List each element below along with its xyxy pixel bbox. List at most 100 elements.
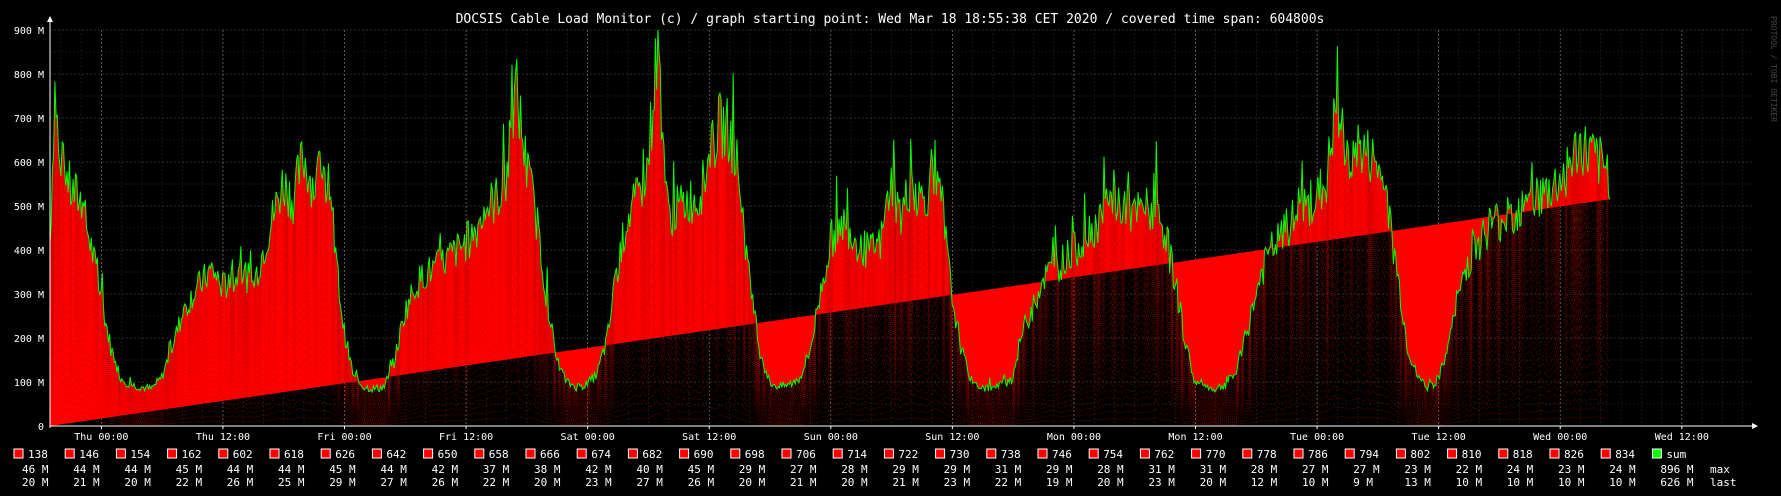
watermark-text: PROTOOL / TOBI OETIKER <box>1769 16 1778 122</box>
legend-swatch <box>883 448 894 459</box>
legend-name: sum <box>1666 448 1686 461</box>
legend-max-value: 45 M <box>176 463 203 476</box>
legend-last-value: 22 M <box>176 476 203 489</box>
legend-item-802: 802 23 M13 M <box>1395 448 1431 489</box>
legend-max-value: 37 M <box>483 463 510 476</box>
legend-max-value: 23 M <box>1404 463 1431 476</box>
legend-swatch <box>167 448 178 459</box>
legend-last-value: 10 M <box>1609 476 1636 489</box>
legend-item-674: 674 42 M23 M <box>576 448 612 489</box>
legend-max-value: 24 M <box>1507 463 1534 476</box>
legend-max-value: 46 M <box>22 463 49 476</box>
legend-max-value: 42 M <box>585 463 612 476</box>
legend-name: 154 <box>130 448 150 461</box>
chart-title: DOCSIS Cable Load Monitor (c) / graph st… <box>456 12 1325 27</box>
legend-item-146: 146 44 M21 M <box>64 448 100 489</box>
legend-name: 146 <box>79 448 99 461</box>
y-tick-label: 800 M <box>14 70 44 81</box>
legend-last-value: 22 M <box>995 476 1022 489</box>
legend-last-value: 27 M <box>636 476 663 489</box>
legend-max-value: 896 M <box>1660 463 1693 476</box>
legend-name: 714 <box>847 448 867 461</box>
legend-item-690: 690 45 M26 M <box>679 448 714 489</box>
legend-item-698: 698 29 M20 M <box>730 448 766 489</box>
legend-name: 754 <box>1103 448 1123 461</box>
legend-last-value: 20 M <box>534 476 561 489</box>
legend-last-row-label: last <box>1710 476 1737 489</box>
legend-swatch <box>627 448 638 459</box>
legend-swatch <box>1549 448 1560 459</box>
legend-max-value: 28 M <box>1097 463 1124 476</box>
legend-name: 690 <box>694 448 714 461</box>
legend-last-value: 20 M <box>1200 476 1227 489</box>
legend-name: 162 <box>182 448 202 461</box>
legend-swatch <box>1344 448 1355 459</box>
legend-item-658: 658 37 M22 M <box>474 448 510 489</box>
legend-last-value: 626 M <box>1660 476 1693 489</box>
legend-name: 778 <box>1257 448 1277 461</box>
legend-name: 674 <box>591 448 611 461</box>
legend-item-666: 666 38 M20 M <box>525 448 561 489</box>
legend-max-value: 44 M <box>227 463 254 476</box>
legend-swatch <box>474 448 485 459</box>
legend-max-value: 44 M <box>124 463 151 476</box>
legend-item-682: 682 40 M27 M <box>627 448 663 489</box>
legend-max-value: 27 M <box>790 463 817 476</box>
x-tick-label: Sat 00:00 <box>561 432 615 443</box>
legend-item-602: 602 44 M26 M <box>218 448 254 489</box>
legend-item-154: 154 44 M20 M <box>115 448 151 489</box>
legend-item-810: 810 22 M10 M <box>1447 448 1482 489</box>
legend-max-value: 28 M <box>841 463 868 476</box>
legend-last-value: 26 M <box>432 476 459 489</box>
legend-name: 826 <box>1564 448 1584 461</box>
legend-item-834: 834 24 M10 M <box>1600 448 1636 489</box>
legend-swatch <box>64 448 75 459</box>
legend-name: 138 <box>28 448 48 461</box>
channel-138-line <box>49 413 1609 426</box>
legend-max-value: 38 M <box>534 463 561 476</box>
legend-item-762: 762 31 M23 M <box>1139 448 1175 489</box>
legend-name: 738 <box>1001 448 1021 461</box>
legend-swatch <box>1242 448 1253 459</box>
legend-item-626: 626 45 M29 M <box>320 448 356 489</box>
legend-swatch <box>730 448 741 459</box>
legend-last-value: 25 M <box>278 476 305 489</box>
legend-last-value: 19 M <box>1046 476 1073 489</box>
legend-max-value: 31 M <box>995 463 1022 476</box>
channel-146-line <box>49 401 1609 425</box>
legend-last-value: 9 M <box>1353 476 1373 489</box>
legend-name: 730 <box>950 448 970 461</box>
legend-name: 802 <box>1410 448 1430 461</box>
legend-name: 658 <box>489 448 509 461</box>
legend-last-value: 20 M <box>1097 476 1124 489</box>
legend-swatch <box>1447 448 1458 459</box>
legend-name: 770 <box>1206 448 1226 461</box>
legend-max-value: 28 M <box>1251 463 1278 476</box>
legend-swatch <box>13 448 24 459</box>
legend-max-value: 45 M <box>329 463 356 476</box>
legend-last-value: 21 M <box>790 476 817 489</box>
legend-swatch <box>1293 448 1304 459</box>
legend-name: 746 <box>1052 448 1072 461</box>
legend-max-value: 29 M <box>892 463 919 476</box>
legend-item-794: 794 27 M9 M <box>1344 448 1380 489</box>
legend-last-value: 10 M <box>1507 476 1534 489</box>
legend-max-value: 29 M <box>739 463 766 476</box>
legend-name: 794 <box>1359 448 1379 461</box>
legend-item-722: 722 29 M21 M <box>883 448 919 489</box>
legend-swatch <box>1395 448 1406 459</box>
legend-swatch <box>115 448 126 459</box>
legend-swatch <box>371 448 382 459</box>
legend-item-778: 778 28 M12 M <box>1242 448 1278 489</box>
legend-item-162: 162 45 M22 M <box>167 448 203 489</box>
legend-last-value: 20 M <box>22 476 49 489</box>
legend-max-value: 31 M <box>1148 463 1175 476</box>
x-tick-label: Fri 00:00 <box>317 432 371 443</box>
y-tick-label: 300 M <box>14 290 44 301</box>
legend-max-value: 44 M <box>380 463 407 476</box>
legend-name: 642 <box>386 448 406 461</box>
legend-last-value: 20 M <box>841 476 868 489</box>
legend-max-value: 42 M <box>432 463 459 476</box>
legend-last-value: 21 M <box>73 476 100 489</box>
legend-last-value: 10 M <box>1558 476 1585 489</box>
